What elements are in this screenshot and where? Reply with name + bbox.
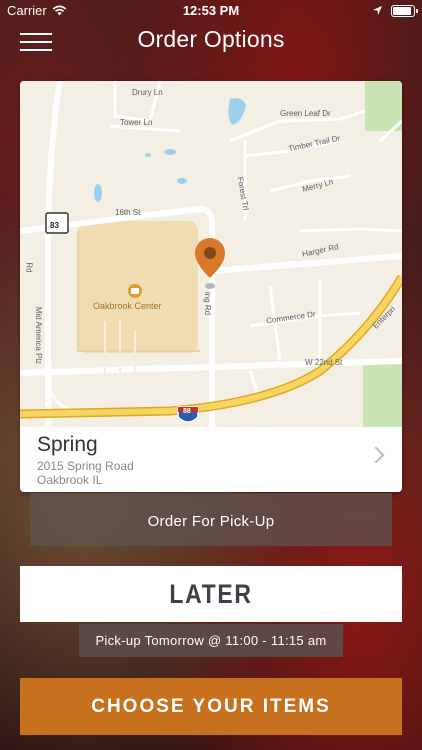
battery-icon	[391, 5, 418, 17]
map-graphic	[20, 81, 402, 427]
order-type-button[interactable]: Order For Pick-Up	[30, 493, 392, 546]
status-bar: Carrier 12:53 PM	[0, 0, 422, 22]
page-title: Order Options	[137, 26, 285, 52]
store-name: Spring	[37, 433, 98, 456]
map-label: Oakbrook Center	[93, 301, 162, 311]
store-address-line1: 2015 Spring Road	[37, 459, 134, 473]
map-label: W 22nd St	[305, 358, 343, 367]
store-address-line2: Oakbrook IL	[37, 473, 103, 487]
later-button[interactable]: LATER	[48, 566, 374, 622]
i88-label: 88	[183, 408, 191, 415]
pickup-time-label: Pick-up Tomorrow @ 11:00 - 11:15 am	[79, 624, 343, 657]
map-label: Drury Ln	[132, 88, 163, 97]
map-label: 16th St	[115, 208, 141, 217]
map-label: ing Rd	[203, 291, 213, 316]
map-label: Rd	[24, 262, 34, 273]
chevron-right-icon	[367, 446, 385, 464]
clock-time: 12:53 PM	[182, 3, 240, 18]
battery-nub	[416, 9, 418, 13]
choose-items-label: CHOOSE YOUR ITEMS	[91, 696, 331, 717]
battery-fill	[393, 7, 411, 15]
store-card: Drury Ln Tower Ln Green Leaf Dr Timber T…	[20, 81, 402, 492]
choose-items-button[interactable]: CHOOSE YOUR ITEMS	[20, 678, 402, 735]
route-83-label: 83	[50, 221, 59, 230]
map-label: Green Leaf Dr	[280, 109, 331, 118]
map-label: Mid America Plz	[34, 306, 44, 365]
store-location-row[interactable]: Spring 2015 Spring Road Oakbrook IL	[20, 427, 402, 492]
map-label: Tower Ln	[120, 118, 153, 127]
location-arrow-icon	[372, 4, 383, 19]
store-map[interactable]: Drury Ln Tower Ln Green Leaf Dr Timber T…	[20, 81, 402, 427]
